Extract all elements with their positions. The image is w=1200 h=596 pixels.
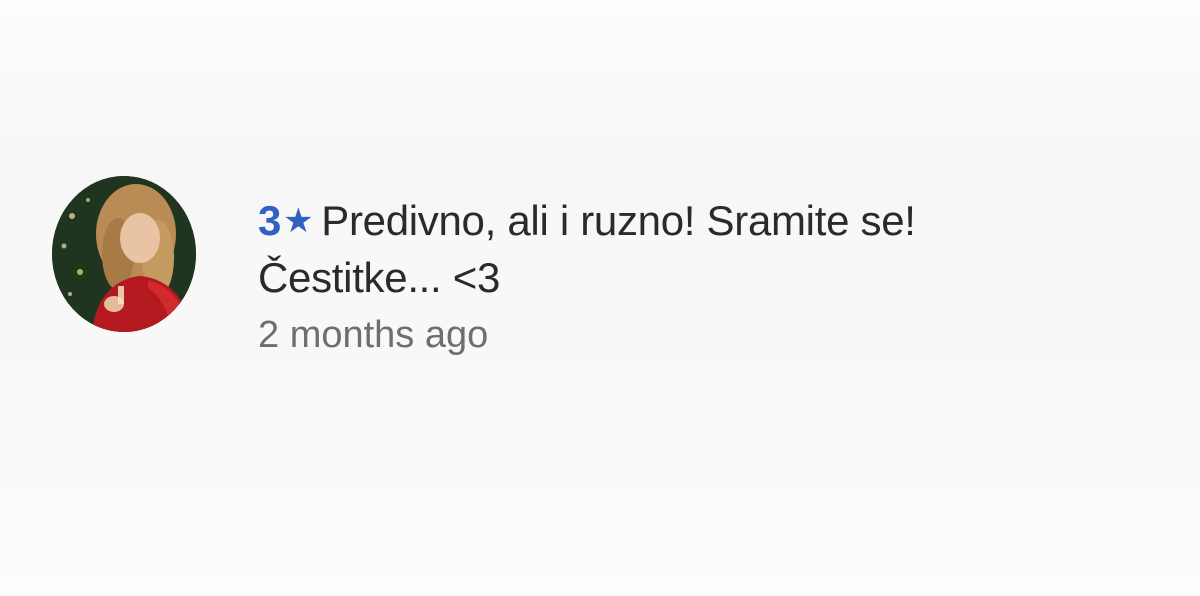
rating-value: 3	[258, 197, 282, 244]
star-icon: ★	[283, 202, 314, 240]
review-timestamp: 2 months ago	[258, 314, 489, 356]
review-text: Predivno, ali i ruzno! Sramite se!	[321, 197, 916, 244]
review-body: 3★ Predivno, ali i ruzno! Sramite se! Čes…	[258, 194, 1138, 359]
review-item: 3★ Predivno, ali i ruzno! Sramite se! Čes…	[52, 176, 1152, 396]
page: 3★ Predivno, ali i ruzno! Sramite se! Čes…	[0, 0, 1200, 596]
avatar[interactable]	[52, 176, 196, 332]
review-text-line-1: 3★ Predivno, ali i ruzno! Sramite se!	[258, 194, 1138, 251]
review-text-line-2: Čestitke... <3	[258, 254, 501, 301]
avatar-image	[52, 176, 196, 332]
